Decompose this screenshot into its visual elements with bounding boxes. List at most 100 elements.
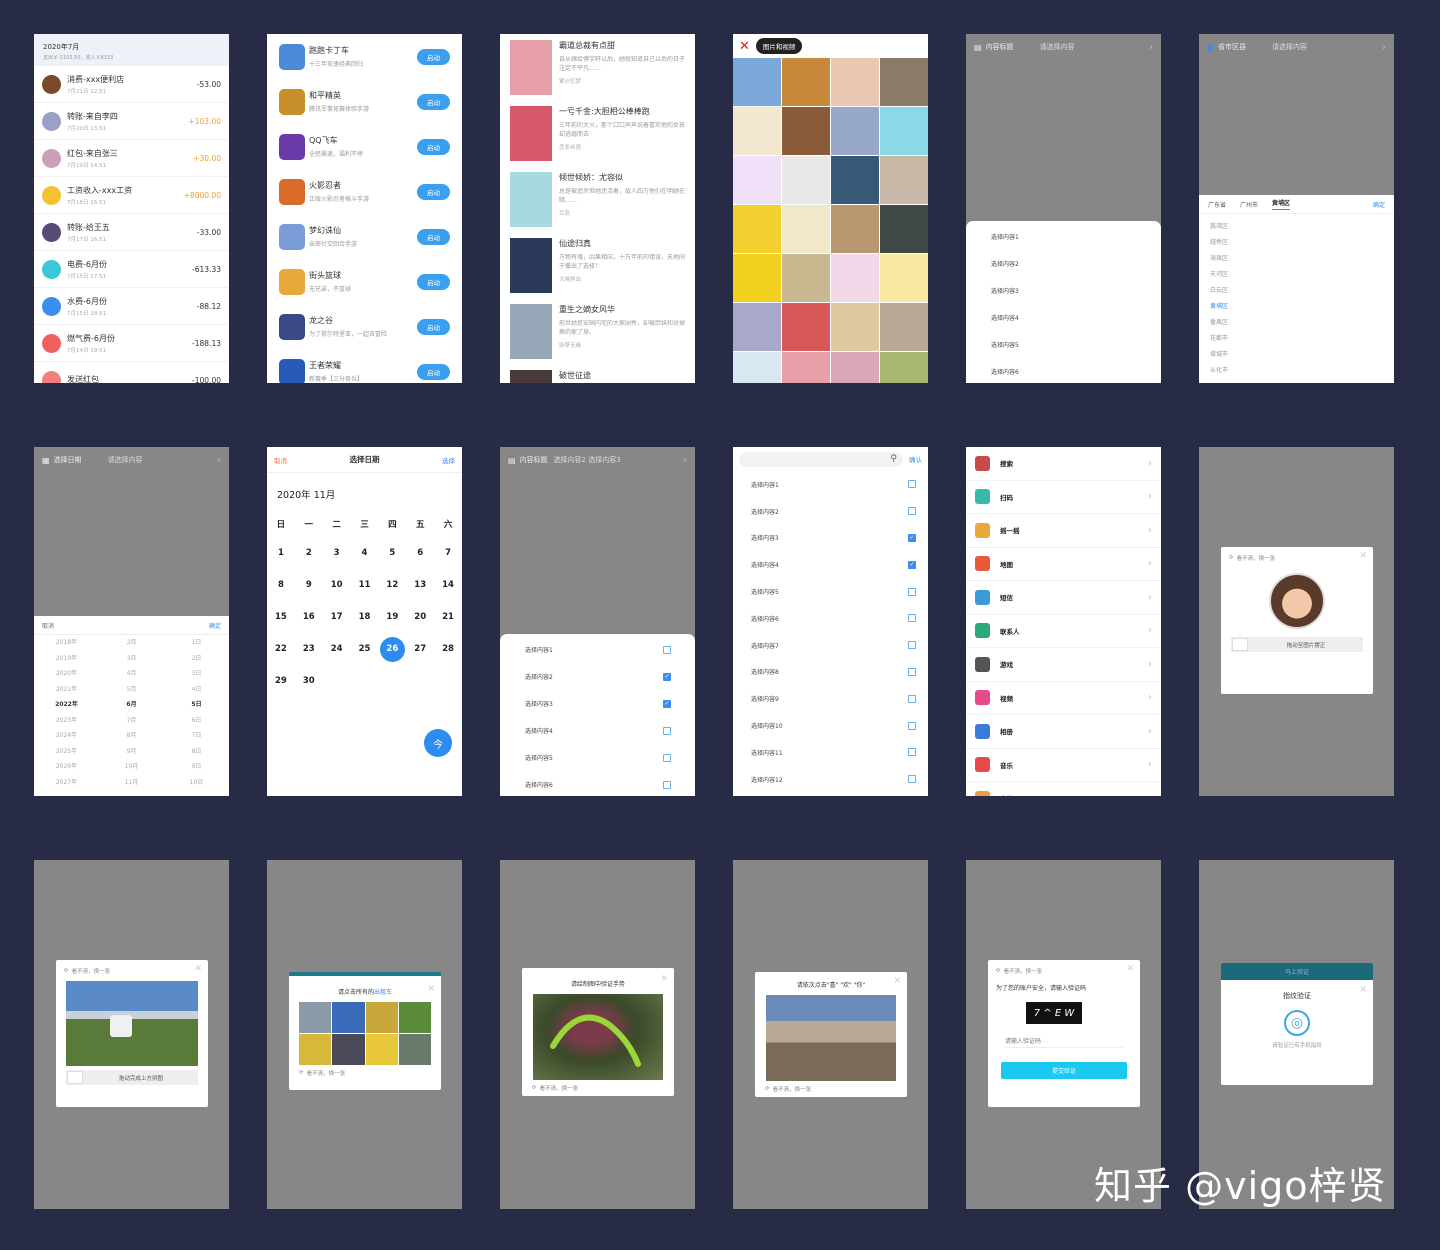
captcha-tile[interactable] bbox=[365, 1002, 398, 1033]
option-item[interactable]: 选择内容3 ✓ bbox=[500, 690, 695, 717]
checkbox[interactable] bbox=[908, 480, 916, 489]
checkbox[interactable] bbox=[908, 614, 916, 623]
word-image[interactable] bbox=[766, 995, 896, 1081]
date-header[interactable]: ▦ 选择日期 请选择内容 › bbox=[34, 447, 229, 473]
wheel-option[interactable]: 2024年 bbox=[34, 728, 99, 744]
media-thumbnail[interactable] bbox=[880, 254, 928, 302]
media-thumbnail[interactable] bbox=[733, 254, 781, 302]
media-thumbnail[interactable] bbox=[880, 303, 928, 351]
list-item[interactable]: 发送红包 -100.00 bbox=[34, 362, 229, 383]
calendar-day[interactable]: 21 bbox=[434, 601, 462, 633]
calendar-day[interactable]: 22 bbox=[267, 633, 295, 665]
option-item[interactable]: 选择内容11 bbox=[733, 739, 928, 766]
search-input[interactable]: ⚲ bbox=[739, 451, 903, 467]
media-type-chip[interactable]: 图片和视频 bbox=[755, 38, 803, 54]
media-thumbnail[interactable] bbox=[733, 303, 781, 351]
media-thumbnail[interactable] bbox=[733, 205, 781, 253]
launch-button[interactable]: 启动 bbox=[417, 183, 450, 200]
option-item[interactable]: 选择内容7 bbox=[733, 632, 928, 659]
calendar-day[interactable]: 4 bbox=[351, 537, 379, 569]
close-icon[interactable]: ✕ bbox=[194, 964, 202, 974]
tab-province[interactable]: 广东省 bbox=[1208, 200, 1226, 209]
captcha-tile[interactable] bbox=[299, 1034, 332, 1065]
captcha-tile[interactable] bbox=[332, 1002, 365, 1033]
wheel-option[interactable]: 3月 bbox=[99, 651, 164, 667]
launch-button[interactable]: 启动 bbox=[417, 93, 450, 110]
list-item[interactable]: 燃气费-6月份 7月14日 19:51 -188.13 bbox=[34, 325, 229, 362]
checkbox[interactable]: ✓ bbox=[663, 699, 671, 708]
wheel-option[interactable]: 2027年 bbox=[34, 775, 99, 791]
district-item[interactable]: 黄埔区 bbox=[1199, 297, 1394, 313]
media-thumbnail[interactable] bbox=[733, 58, 781, 106]
checkbox[interactable] bbox=[663, 780, 671, 789]
calendar-day[interactable]: 14 bbox=[434, 569, 462, 601]
menu-item[interactable]: 游戏 › bbox=[966, 648, 1161, 682]
option-item[interactable]: 选择内容2 ✓ bbox=[500, 663, 695, 690]
launch-button[interactable]: 启动 bbox=[417, 318, 450, 335]
tab-district[interactable]: 黄埔区 bbox=[1272, 198, 1291, 210]
calendar-day[interactable]: 6 bbox=[406, 537, 434, 569]
wheel-option[interactable]: 3日 bbox=[164, 666, 229, 682]
district-item[interactable]: 增城市 bbox=[1199, 345, 1394, 361]
wheel-option[interactable]: 2022年 bbox=[34, 697, 99, 713]
list-item[interactable]: 霸道总裁有点甜 自从嫁给傅宇轩以后，她就知道自己以后的日子注定不平凡…… 紫沙忆梦 bbox=[500, 34, 695, 100]
media-thumbnail[interactable] bbox=[831, 107, 879, 155]
launch-button[interactable]: 启动 bbox=[417, 363, 450, 380]
wheel-option[interactable]: 9月 bbox=[99, 744, 164, 760]
wheel-option[interactable]: 2018年 bbox=[34, 635, 99, 651]
calendar-day[interactable]: 27 bbox=[406, 633, 434, 665]
calendar-day[interactable]: 10 bbox=[323, 569, 351, 601]
refresh-row[interactable]: ⟳ 看不清，换一张 bbox=[988, 960, 1140, 975]
checkbox[interactable] bbox=[908, 587, 916, 596]
close-icon[interactable]: ✕ bbox=[893, 976, 901, 986]
media-thumbnail[interactable] bbox=[782, 303, 830, 351]
media-thumbnail[interactable] bbox=[880, 352, 928, 383]
launch-button[interactable]: 启动 bbox=[417, 48, 450, 65]
option-item[interactable]: 选择内容2 bbox=[966, 250, 1161, 277]
wheel-option[interactable]: 2日 bbox=[164, 651, 229, 667]
wheel-option[interactable]: 2020年 bbox=[34, 666, 99, 682]
wheel-option[interactable]: 2021年 bbox=[34, 682, 99, 698]
calendar-day[interactable]: 2 bbox=[295, 537, 323, 569]
option-item[interactable]: 选择内容4 ✓ bbox=[733, 551, 928, 578]
option-item[interactable]: 选择内容1 bbox=[733, 471, 928, 498]
option-item[interactable]: 选择内容5 bbox=[733, 578, 928, 605]
checkbox[interactable] bbox=[908, 667, 916, 676]
wheel-option[interactable]: 10日 bbox=[164, 775, 229, 791]
wheel-option[interactable]: 5月 bbox=[99, 682, 164, 698]
checkbox[interactable] bbox=[663, 645, 671, 654]
rotate-slider[interactable]: 拖动至图片摆正 bbox=[1231, 637, 1363, 652]
option-item[interactable]: 选择内容5 bbox=[500, 744, 695, 771]
district-item[interactable]: 从化市 bbox=[1199, 361, 1394, 377]
calendar-day[interactable]: 26 bbox=[378, 633, 406, 665]
captcha-tile[interactable] bbox=[332, 1034, 365, 1065]
media-thumbnail[interactable] bbox=[831, 205, 879, 253]
submit-verify-button[interactable]: 提交验证 bbox=[1001, 1062, 1127, 1079]
media-thumbnail[interactable] bbox=[831, 303, 879, 351]
checkbox[interactable] bbox=[908, 694, 916, 703]
close-icon[interactable]: ✕ bbox=[1359, 985, 1367, 995]
option-item[interactable]: 选择内容1 bbox=[500, 636, 695, 663]
region-confirm-button[interactable]: 确定 bbox=[1373, 200, 1385, 209]
list-item[interactable]: 一亏千金:大胆相公棒棒跑 三年前的大火，那个口口声声说着喜欢他的女孩却逃婚而去 恋冬… bbox=[500, 100, 695, 166]
close-icon[interactable]: ✕ bbox=[739, 39, 750, 54]
refresh-row[interactable]: ⟳ 看不清，换一张 bbox=[522, 1084, 674, 1092]
refresh-row[interactable]: ⟳ 看不清，换一张 bbox=[755, 1085, 907, 1093]
checkbox[interactable]: ✓ bbox=[908, 560, 916, 569]
region-header[interactable]: ● 省市区县 请选择内容 › bbox=[1199, 34, 1394, 60]
date-confirm-button[interactable]: 确定 bbox=[209, 621, 221, 630]
option-item[interactable]: 选择内容1 bbox=[966, 223, 1161, 250]
menu-item[interactable]: 扫码 › bbox=[966, 481, 1161, 514]
checkbox[interactable]: ✓ bbox=[908, 533, 916, 542]
close-icon[interactable]: ✕ bbox=[1359, 551, 1367, 561]
wheel-option[interactable]: 8月 bbox=[99, 728, 164, 744]
calendar-day[interactable]: 12 bbox=[378, 569, 406, 601]
district-item[interactable]: 花都市 bbox=[1199, 329, 1394, 345]
wheel-option[interactable]: 6月 bbox=[99, 697, 164, 713]
option-item[interactable]: 选择内容4 bbox=[966, 304, 1161, 331]
media-thumbnail[interactable] bbox=[733, 352, 781, 383]
calendar-day[interactable]: 18 bbox=[351, 601, 379, 633]
option-item[interactable]: 选择内容6 bbox=[966, 358, 1161, 383]
option-item[interactable]: 选择内容12 bbox=[733, 766, 928, 793]
list-item[interactable]: 转账-给王五 7月17日 16:51 -33.00 bbox=[34, 214, 229, 251]
